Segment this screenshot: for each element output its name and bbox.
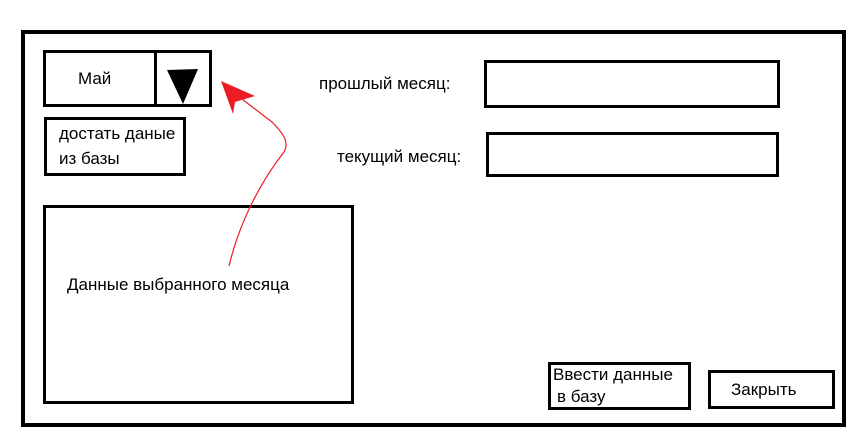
arrow-head-icon (221, 81, 255, 114)
previous-month-field[interactable] (484, 60, 780, 108)
close-button-label: Закрыть (731, 380, 797, 399)
enter-data-button-label-1: Ввести данные (553, 365, 673, 384)
previous-month-label: прошлый месяц: (319, 74, 451, 93)
current-month-field[interactable] (486, 132, 779, 177)
enter-data-button[interactable]: Ввести данные в базу (548, 362, 691, 410)
close-button[interactable]: Закрыть (708, 370, 835, 409)
enter-data-button-label-2: в базу (557, 387, 606, 406)
current-month-label: текущий месяц: (337, 147, 462, 166)
